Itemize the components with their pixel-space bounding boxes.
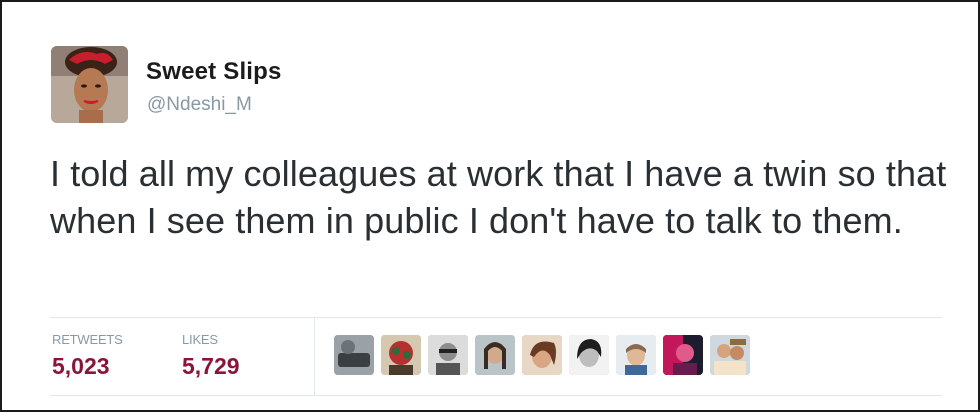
stats-separator [314,318,315,395]
liker-avatar[interactable] [616,335,656,375]
liker-avatar[interactable] [475,335,515,375]
liker-avatar[interactable] [569,335,609,375]
liker-avatar[interactable] [522,335,562,375]
retweets-count: 5,023 [52,353,110,379]
user-avatar[interactable] [51,46,128,123]
likers-avatar-row [334,335,750,377]
likes-stat[interactable]: LIKES 5,729 [182,332,240,380]
liker-avatar[interactable] [334,335,374,375]
liker-avatar[interactable] [663,335,703,375]
likes-count: 5,729 [182,353,240,379]
liker-avatar[interactable] [428,335,468,375]
stats-divider-top [50,317,942,318]
stats-divider-bottom [50,395,942,396]
tweet-text: I told all my colleagues at work that I … [50,153,947,241]
avatar-photo [51,46,128,123]
tweet-card: Sweet Slips @Ndeshi_M I told all my coll… [0,0,980,412]
retweets-stat[interactable]: RETWEETS 5,023 [52,332,123,380]
user-display-name[interactable]: Sweet Slips [146,58,282,86]
user-handle[interactable]: @Ndeshi_M [147,94,252,116]
liker-avatar[interactable] [381,335,421,375]
retweets-label: RETWEETS [52,332,123,347]
likes-label: LIKES [182,332,218,347]
liker-avatar[interactable] [710,335,750,375]
